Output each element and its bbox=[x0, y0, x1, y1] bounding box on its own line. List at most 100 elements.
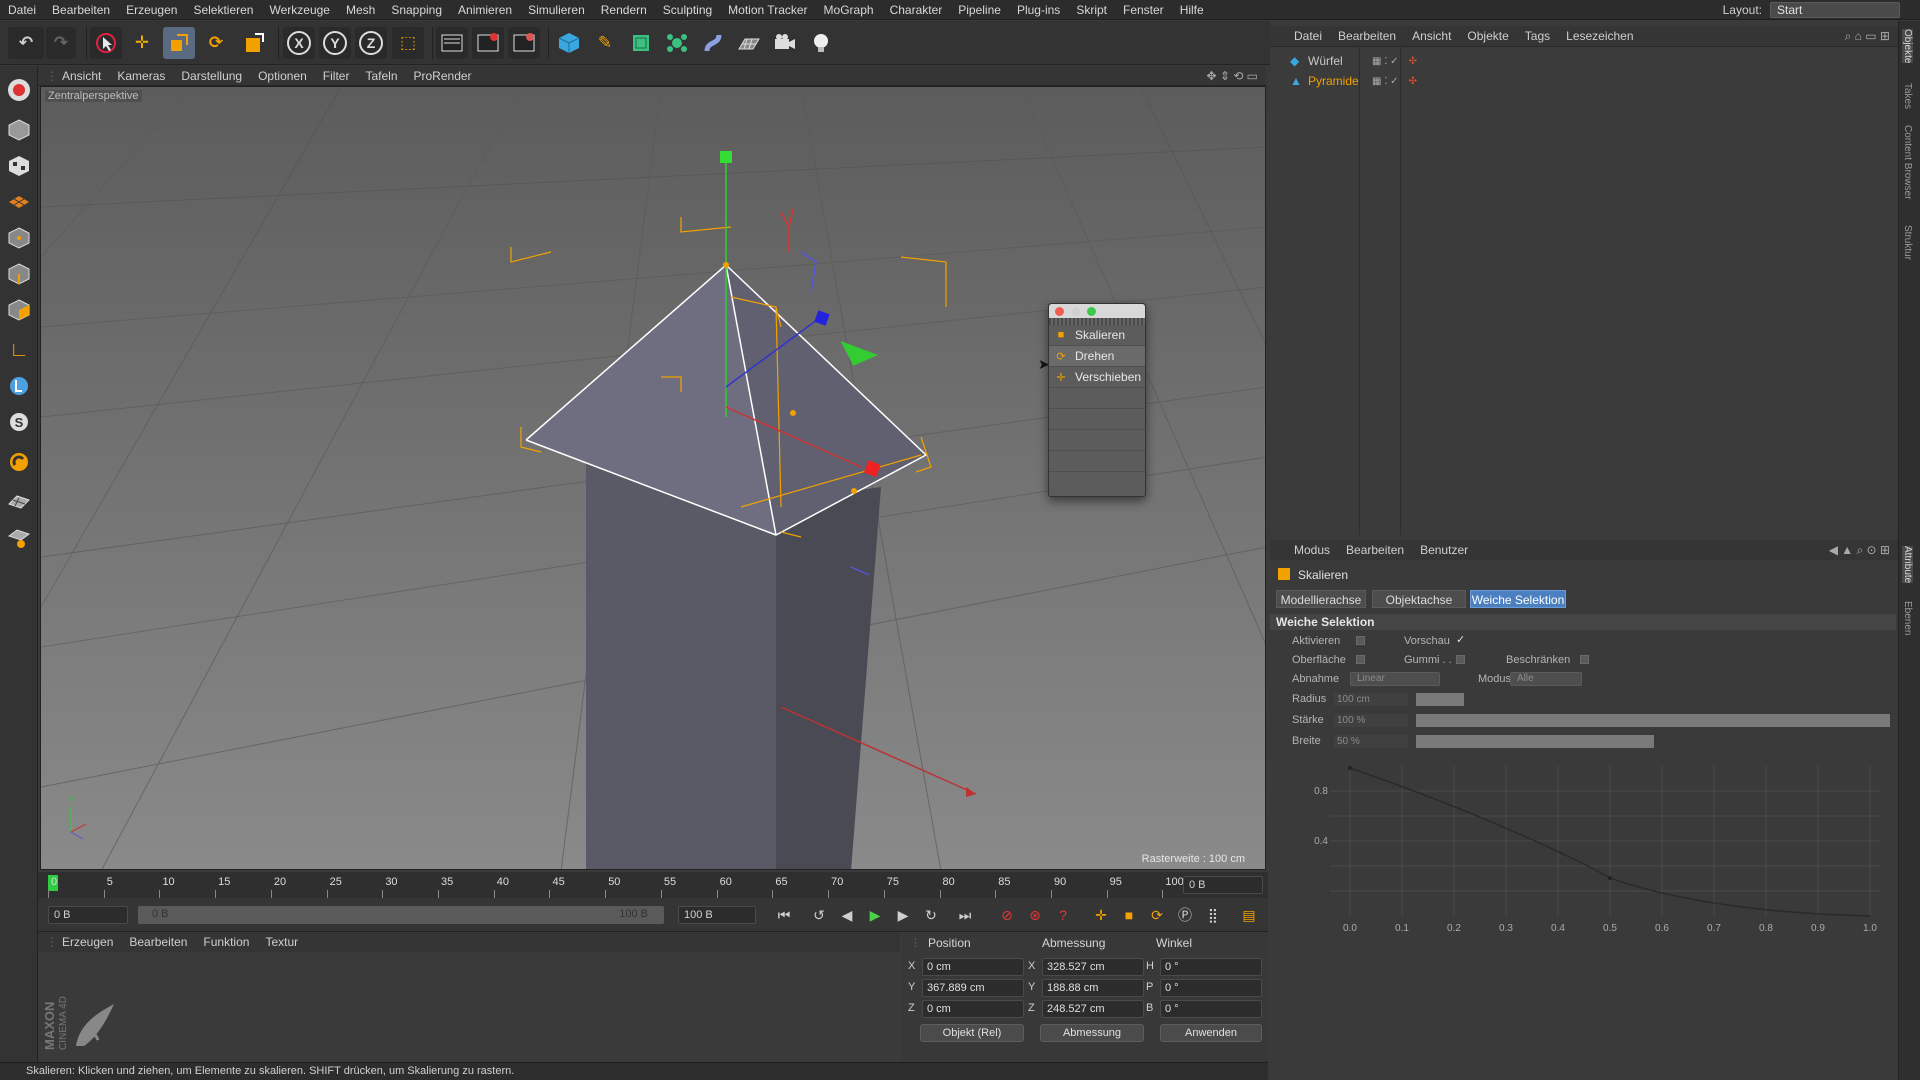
viewport-menu-prorender[interactable]: ProRender bbox=[406, 69, 480, 83]
object-list[interactable]: ◆ Würfel ▦ ⁚ ✓ ✣ ▲ Pyramide ▦ ⁚ ✓ ✣ bbox=[1270, 46, 1898, 535]
floor-icon[interactable] bbox=[733, 27, 765, 59]
z-axis-lock-icon[interactable]: Z bbox=[355, 27, 387, 59]
size-mode-dropdown[interactable]: Abmessung bbox=[1040, 1024, 1144, 1042]
checkbox-oberflaeche[interactable] bbox=[1356, 655, 1365, 664]
cube-object-icon[interactable] bbox=[553, 27, 585, 59]
select-arrow-icon[interactable] bbox=[90, 27, 122, 59]
grid-snap-icon[interactable] bbox=[3, 522, 35, 554]
viewport-navigation-icons[interactable]: ✥ ⇕ ⟲ ▭ bbox=[1206, 69, 1258, 83]
key-position-icon[interactable]: ✛ bbox=[1090, 904, 1112, 926]
polygon-mode-icon[interactable] bbox=[3, 294, 35, 326]
pos-y-field[interactable]: 367.889 cm bbox=[922, 979, 1024, 997]
rot-b-field[interactable]: 0 ° bbox=[1160, 1000, 1262, 1018]
viewport-menu-filter[interactable]: Filter bbox=[315, 69, 358, 83]
pos-x-field[interactable]: 0 cm bbox=[922, 958, 1024, 976]
menu-werkzeuge[interactable]: Werkzeuge bbox=[261, 0, 337, 20]
popup-grip[interactable] bbox=[1049, 318, 1145, 325]
y-axis-lock-icon[interactable]: Y bbox=[319, 27, 351, 59]
visibility-toggle[interactable]: ▦ ⁚ ✓ bbox=[1372, 76, 1399, 87]
popup-empty-slot[interactable] bbox=[1049, 388, 1145, 409]
menu-simulieren[interactable]: Simulieren bbox=[520, 0, 593, 20]
tag-icon[interactable]: ✣ bbox=[1409, 76, 1417, 87]
workplane-icon[interactable] bbox=[3, 486, 35, 518]
go-to-end-icon[interactable]: ⏭ bbox=[954, 904, 976, 926]
checkbox-aktivieren[interactable] bbox=[1356, 636, 1365, 645]
popup-empty-slot[interactable] bbox=[1049, 451, 1145, 472]
scale-tool-icon[interactable] bbox=[163, 27, 195, 59]
falloff-curve-graph[interactable]: 0.8 0.4 0.0 0.1 0.2 0.3 0.4 0.5 0.6 0.7 0.8 0.9 1.… bbox=[1290, 756, 1890, 936]
key-scale-icon[interactable]: ■ bbox=[1118, 904, 1140, 926]
objects-menu-bearbeiten[interactable]: Bearbeiten bbox=[1330, 29, 1404, 43]
menu-erzeugen[interactable]: Erzeugen bbox=[118, 0, 185, 20]
viewport-menu-kameras[interactable]: Kameras bbox=[109, 69, 173, 83]
attr-menu-benutzer[interactable]: Benutzer bbox=[1412, 543, 1476, 557]
object-row-wuerfel[interactable]: ◆ Würfel ▦ ⁚ ✓ ✣ bbox=[1270, 51, 1896, 71]
timeline-window-icon[interactable]: ▤ bbox=[1238, 904, 1260, 926]
render-picture-viewer-icon[interactable] bbox=[472, 27, 504, 59]
attr-menu-bearbeiten[interactable]: Bearbeiten bbox=[1338, 543, 1412, 557]
render-settings-icon[interactable] bbox=[508, 27, 540, 59]
side-tab-content-browser[interactable]: Content Browser bbox=[1902, 125, 1913, 199]
side-tab-ebenen[interactable]: Ebenen bbox=[1902, 601, 1913, 635]
coordinate-system-icon[interactable]: ⬚ bbox=[392, 27, 424, 59]
objects-menu-tags[interactable]: Tags bbox=[1517, 29, 1558, 43]
size-z-field[interactable]: 248.527 cm bbox=[1042, 1000, 1144, 1018]
model-mode-icon[interactable] bbox=[3, 114, 35, 146]
apply-button[interactable]: Anwenden bbox=[1160, 1024, 1262, 1042]
snap-icon[interactable]: S bbox=[3, 406, 35, 438]
side-tab-takes[interactable]: Takes bbox=[1902, 83, 1913, 109]
object-row-pyramide[interactable]: ▲ Pyramide ▦ ⁚ ✓ ✣ bbox=[1270, 71, 1896, 91]
menu-sculpting[interactable]: Sculpting bbox=[655, 0, 720, 20]
material-manager-area[interactable]: MAXON CINEMA 4D bbox=[38, 952, 900, 1062]
menu-datei[interactable]: Datei bbox=[0, 0, 44, 20]
size-x-field[interactable]: 328.527 cm bbox=[1042, 958, 1144, 976]
objects-menu-lesezeichen[interactable]: Lesezeichen bbox=[1558, 29, 1641, 43]
workplane-mode-icon[interactable] bbox=[3, 186, 35, 218]
menu-fenster[interactable]: Fenster bbox=[1115, 0, 1172, 20]
popup-item-drehen[interactable]: ⟳ Drehen bbox=[1049, 346, 1145, 367]
play-icon[interactable]: ▶ bbox=[864, 904, 886, 926]
key-rotation-icon[interactable]: ⟳ bbox=[1146, 904, 1168, 926]
menu-snapping[interactable]: Snapping bbox=[383, 0, 450, 20]
objects-menu-ansicht[interactable]: Ansicht bbox=[1404, 29, 1459, 43]
rot-h-field[interactable]: 0 ° bbox=[1160, 958, 1262, 976]
layout-dropdown[interactable]: Start bbox=[1770, 2, 1900, 18]
menu-motion-tracker[interactable]: Motion Tracker bbox=[720, 0, 815, 20]
go-to-start-icon[interactable]: ⏮ bbox=[773, 904, 795, 926]
tab-objektachse[interactable]: Objektachse bbox=[1372, 590, 1466, 608]
frame-range-slider[interactable]: 0 B 100 B bbox=[138, 906, 664, 924]
checkbox-vorschau[interactable]: ✓ bbox=[1456, 633, 1465, 646]
minimize-icon[interactable] bbox=[1071, 307, 1080, 316]
axis-mode-icon[interactable]: ∟ bbox=[3, 334, 35, 366]
menu-animieren[interactable]: Animieren bbox=[450, 0, 520, 20]
viewport-menu-tafeln[interactable]: Tafeln bbox=[357, 69, 405, 83]
material-menu-erzeugen[interactable]: Erzeugen bbox=[54, 935, 121, 949]
staerke-field[interactable]: 100 % bbox=[1334, 714, 1408, 727]
maximize-icon[interactable] bbox=[1087, 307, 1096, 316]
breite-slider[interactable] bbox=[1416, 735, 1654, 748]
tab-weiche-selektion[interactable]: Weiche Selektion bbox=[1470, 590, 1566, 608]
attr-menu-modus[interactable]: Modus bbox=[1286, 543, 1338, 557]
keyframe-selection-icon[interactable]: ? bbox=[1052, 904, 1074, 926]
object-name[interactable]: Würfel bbox=[1308, 54, 1360, 68]
render-view-icon[interactable] bbox=[436, 27, 468, 59]
popup-empty-slot[interactable] bbox=[1049, 430, 1145, 451]
radius-field[interactable]: 100 cm bbox=[1334, 693, 1408, 706]
object-name[interactable]: Pyramide bbox=[1308, 74, 1360, 88]
checkbox-beschraenken[interactable] bbox=[1580, 655, 1589, 664]
side-tab-struktur[interactable]: Struktur bbox=[1902, 225, 1913, 260]
material-menu-bearbeiten[interactable]: Bearbeiten bbox=[121, 935, 195, 949]
radius-slider[interactable] bbox=[1416, 693, 1464, 706]
coordinate-mode-dropdown[interactable]: Objekt (Rel) bbox=[920, 1024, 1024, 1042]
close-icon[interactable] bbox=[1055, 307, 1064, 316]
material-menu-funktion[interactable]: Funktion bbox=[195, 935, 257, 949]
menu-charakter[interactable]: Charakter bbox=[882, 0, 951, 20]
viewport-menu-darstellung[interactable]: Darstellung bbox=[173, 69, 250, 83]
material-menu-textur[interactable]: Textur bbox=[257, 935, 306, 949]
side-tab-attribute[interactable]: Attribute bbox=[1902, 546, 1913, 584]
popup-item-verschieben[interactable]: ✛ Verschieben bbox=[1049, 367, 1145, 388]
spline-pen-icon[interactable]: ✎ bbox=[589, 27, 621, 59]
checkbox-gummi[interactable] bbox=[1456, 655, 1465, 664]
light-icon[interactable] bbox=[805, 27, 837, 59]
attribute-nav-icons[interactable]: ◀ ▲ ⌕ ⊙ ⊞ bbox=[1829, 543, 1890, 558]
